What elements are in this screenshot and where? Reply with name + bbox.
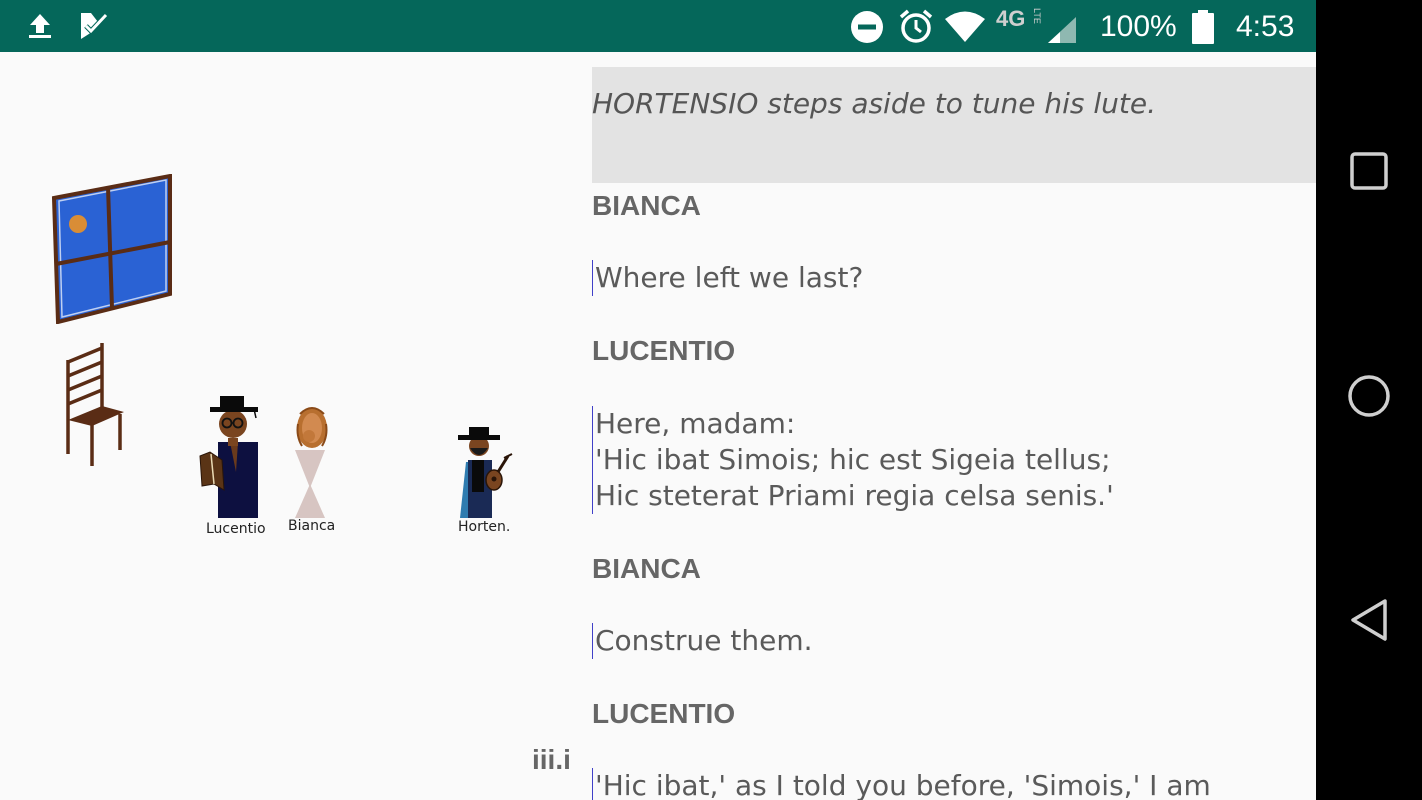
speaker-name: BIANCA [592, 553, 701, 584]
clock: 4:53 [1236, 10, 1295, 43]
battery-percentage: 100% [1100, 10, 1177, 43]
character-label-lucentio: Lucentio [206, 521, 266, 537]
stage-view[interactable]: Lucentio Bianca Horten. iii.i [0, 52, 580, 800]
stage-direction-text: HORTENSIO steps aside to tune his lute. [592, 87, 1156, 120]
character-label-hortensio: Horten. [458, 519, 511, 535]
character-bianca[interactable] [292, 406, 332, 524]
character-lucentio[interactable] [196, 392, 264, 526]
wifi-icon [944, 10, 986, 48]
scene-marker: iii.i [532, 744, 571, 775]
battery-icon [1191, 10, 1215, 48]
speech-line[interactable]: Construe them. [592, 623, 813, 659]
back-button[interactable] [1316, 580, 1422, 660]
speech-line[interactable]: Where left we last? [592, 260, 863, 296]
navigation-bar [1316, 0, 1422, 800]
do-not-disturb-icon [850, 10, 884, 48]
speaker-name: LUCENTIO [592, 335, 736, 366]
speaker-name: BIANCA [592, 190, 701, 221]
network-subtype: LTE [1032, 8, 1042, 24]
script-panel[interactable]: HORTENSIO steps aside to tune his lute. … [592, 52, 1316, 800]
square-icon [1350, 152, 1388, 190]
home-button[interactable] [1316, 356, 1422, 436]
back-triangle-icon [1351, 599, 1387, 641]
task-check-icon [78, 10, 110, 46]
cell-signal-icon: 4G LTE [996, 6, 1078, 46]
network-type: 4G [996, 6, 1026, 31]
character-label-bianca: Bianca [288, 518, 336, 534]
speaker-name: LUCENTIO [592, 698, 736, 729]
character-hortensio[interactable] [452, 422, 518, 524]
speech-line[interactable]: 'Hic ibat,' as I told you before, 'Simoi… [592, 768, 1211, 800]
stage-direction: HORTENSIO steps aside to tune his lute. [592, 67, 1316, 183]
speech-line[interactable]: Here, madam: 'Hic ibat Simois; hic est S… [592, 406, 1114, 514]
status-bar: 4G LTE 100% 4:53 [0, 0, 1316, 52]
play-viewer: Lucentio Bianca Horten. iii.i HORTENSIO … [0, 52, 1316, 800]
window-prop [50, 173, 174, 328]
alarm-icon [898, 8, 934, 48]
recents-button[interactable] [1316, 131, 1422, 211]
upload-icon [26, 12, 54, 44]
circle-icon [1348, 375, 1390, 417]
chair-prop [60, 342, 128, 472]
